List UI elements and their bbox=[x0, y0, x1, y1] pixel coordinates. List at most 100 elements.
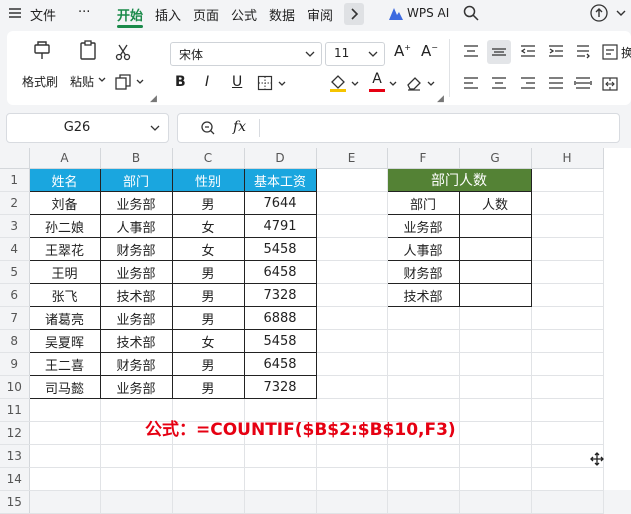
cut-icon[interactable] bbox=[114, 43, 132, 61]
italic-button[interactable]: I bbox=[205, 74, 209, 90]
cell-g3[interactable] bbox=[458, 214, 532, 238]
cell-f10[interactable] bbox=[387, 375, 460, 399]
column-header-c[interactable]: C bbox=[172, 148, 245, 169]
align-middle-icon[interactable] bbox=[487, 40, 511, 64]
more-menu[interactable]: ··· bbox=[78, 5, 90, 20]
row-header[interactable]: 8 bbox=[0, 329, 30, 353]
cell-d5[interactable]: 6458 bbox=[243, 260, 317, 284]
align-left-icon[interactable] bbox=[462, 75, 480, 93]
row-header[interactable]: 15 bbox=[0, 490, 30, 514]
cell-e14[interactable] bbox=[316, 467, 388, 491]
row-header[interactable]: 2 bbox=[0, 191, 30, 215]
cell-c1[interactable]: 性别 bbox=[171, 168, 245, 192]
cell-a2[interactable]: 刘备 bbox=[28, 191, 101, 215]
cell-g13[interactable] bbox=[459, 444, 532, 468]
cell-a11[interactable] bbox=[29, 398, 101, 422]
menu-file[interactable]: 文件 bbox=[30, 5, 56, 24]
cell-g10[interactable] bbox=[459, 375, 532, 399]
underline-button[interactable]: U bbox=[232, 74, 242, 90]
wps-ai-icon[interactable] bbox=[388, 7, 404, 21]
paste-icon[interactable] bbox=[77, 39, 99, 61]
column-header-d[interactable]: D bbox=[244, 148, 317, 169]
row-header[interactable]: 10 bbox=[0, 375, 30, 399]
wrap-text-icon[interactable] bbox=[601, 43, 619, 61]
text-direction-icon[interactable] bbox=[574, 43, 592, 61]
cell-h4[interactable] bbox=[531, 237, 604, 261]
cell-a1[interactable]: 姓名 bbox=[28, 168, 101, 192]
cell-d13[interactable] bbox=[244, 444, 317, 468]
cell-g15[interactable] bbox=[459, 490, 532, 514]
align-top-icon[interactable] bbox=[462, 43, 480, 61]
row-header[interactable]: 3 bbox=[0, 214, 30, 238]
tab-home[interactable]: 开始 bbox=[117, 5, 143, 24]
cell-d3[interactable]: 4791 bbox=[243, 214, 317, 238]
format-painter-label[interactable]: 格式刷 bbox=[22, 73, 58, 90]
fill-color-icon[interactable] bbox=[329, 73, 347, 93]
cell-g8[interactable] bbox=[459, 329, 532, 353]
cell-c9[interactable]: 男 bbox=[171, 352, 245, 376]
select-all-corner[interactable] bbox=[0, 148, 30, 169]
cell-g9[interactable] bbox=[459, 352, 532, 376]
format-painter-icon[interactable] bbox=[31, 39, 53, 61]
row-header[interactable]: 7 bbox=[0, 306, 30, 330]
cell-b10[interactable]: 业务部 bbox=[99, 375, 173, 399]
cell-g11[interactable] bbox=[459, 398, 532, 422]
cell-c14[interactable] bbox=[172, 467, 245, 491]
row-header[interactable]: 4 bbox=[0, 237, 30, 261]
wrap-text-label[interactable]: 换 bbox=[621, 44, 631, 61]
increase-font-size-icon[interactable]: A+ bbox=[394, 42, 411, 60]
row-header[interactable]: 11 bbox=[0, 398, 30, 422]
cell-b1[interactable]: 部门 bbox=[99, 168, 173, 192]
cell-b14[interactable] bbox=[100, 467, 173, 491]
cell-a15[interactable] bbox=[29, 490, 101, 514]
row-header[interactable]: 12 bbox=[0, 421, 30, 445]
cell-c4[interactable]: 女 bbox=[171, 237, 245, 261]
tab-insert[interactable]: 插入 bbox=[155, 5, 181, 24]
cell-g2[interactable]: 人数 bbox=[458, 191, 532, 215]
cell-c7[interactable]: 男 bbox=[171, 306, 245, 330]
cell-b9[interactable]: 财务部 bbox=[99, 352, 173, 376]
cell-d8[interactable]: 5458 bbox=[243, 329, 317, 353]
row-header[interactable]: 1 bbox=[0, 168, 30, 192]
cell-a5[interactable]: 王明 bbox=[28, 260, 101, 284]
cell-d10[interactable]: 7328 bbox=[243, 375, 317, 399]
column-header-b[interactable]: B bbox=[100, 148, 173, 169]
font-color-button[interactable]: A bbox=[369, 71, 385, 93]
cell-g7[interactable] bbox=[459, 306, 532, 330]
cell-c3[interactable]: 女 bbox=[171, 214, 245, 238]
cell-d4[interactable]: 5458 bbox=[243, 237, 317, 261]
tab-formula[interactable]: 公式 bbox=[231, 5, 257, 24]
cell-e4[interactable] bbox=[316, 237, 388, 261]
cell-a12[interactable] bbox=[29, 421, 101, 445]
cell-c6[interactable]: 男 bbox=[171, 283, 245, 307]
clear-format-icon[interactable] bbox=[405, 74, 423, 92]
cell-h1[interactable] bbox=[531, 168, 604, 192]
cell-e6[interactable] bbox=[316, 283, 388, 307]
cell-d15[interactable] bbox=[244, 490, 317, 514]
cell-a10[interactable]: 司马懿 bbox=[28, 375, 101, 399]
cell-e9[interactable] bbox=[316, 352, 388, 376]
chevron-down-icon[interactable] bbox=[150, 123, 160, 133]
cell-b3[interactable]: 人事部 bbox=[99, 214, 173, 238]
cell-b5[interactable]: 业务部 bbox=[99, 260, 173, 284]
font-size-select[interactable]: 11 bbox=[325, 42, 385, 66]
justify-icon[interactable] bbox=[547, 75, 565, 93]
cell-f7[interactable] bbox=[387, 306, 460, 330]
column-header-e[interactable]: E bbox=[316, 148, 388, 169]
cell-c8[interactable]: 女 bbox=[171, 329, 245, 353]
cell-h2[interactable] bbox=[531, 191, 604, 215]
cell-h10[interactable] bbox=[531, 375, 604, 399]
cell-c10[interactable]: 男 bbox=[171, 375, 245, 399]
row-header[interactable]: 9 bbox=[0, 352, 30, 376]
cloud-sync-icon[interactable] bbox=[590, 4, 608, 22]
row-header[interactable]: 5 bbox=[0, 260, 30, 284]
cell-h11[interactable] bbox=[531, 398, 604, 422]
formula-input[interactable]: fx bbox=[177, 113, 620, 143]
cell-h12[interactable] bbox=[531, 421, 604, 445]
cell-f5[interactable]: 财务部 bbox=[386, 260, 460, 284]
copy-dropdown-icon[interactable] bbox=[135, 78, 145, 86]
wps-ai-button[interactable]: WPS AI bbox=[407, 6, 449, 20]
cell-d7[interactable]: 6888 bbox=[243, 306, 317, 330]
cell-f1[interactable]: 部门人数 bbox=[386, 168, 532, 192]
cell-e13[interactable] bbox=[316, 444, 388, 468]
